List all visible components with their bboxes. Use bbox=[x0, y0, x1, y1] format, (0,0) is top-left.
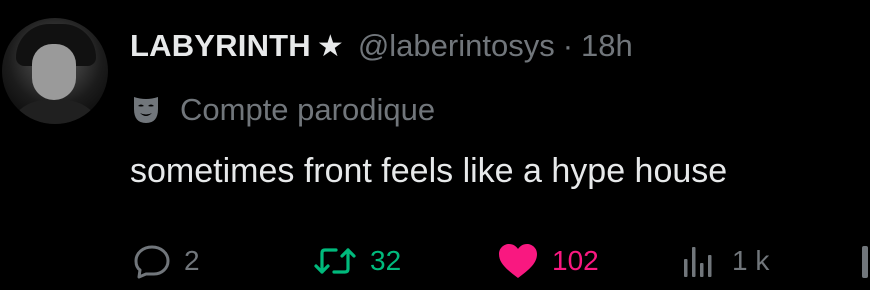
heart-icon bbox=[499, 244, 537, 278]
retweet-count: 32 bbox=[370, 245, 402, 276]
reply-button[interactable]: 2 bbox=[132, 236, 200, 286]
author-handle[interactable]: @laberintosys bbox=[358, 28, 555, 64]
tweet-header: LABYRINTH ★ @laberintosys · 18h bbox=[130, 24, 633, 68]
tweet-text: sometimes front feels like a hype house bbox=[130, 152, 728, 190]
author-name[interactable]: LABYRINTH bbox=[130, 28, 311, 64]
views-count: 1 k bbox=[732, 245, 770, 276]
mask-icon bbox=[134, 97, 158, 123]
avatar[interactable] bbox=[2, 18, 108, 124]
share-button-edge[interactable] bbox=[862, 246, 868, 278]
avatar-face bbox=[32, 44, 76, 100]
like-button[interactable]: 102 bbox=[496, 236, 599, 286]
parody-label: Compte parodique bbox=[132, 88, 435, 132]
retweet-icon bbox=[314, 248, 356, 274]
avatar-shoulder bbox=[6, 100, 104, 124]
retweet-button[interactable]: 32 bbox=[312, 236, 401, 286]
separator-dot: · bbox=[562, 28, 574, 63]
action-bar: 2 32 102 1 k bbox=[0, 236, 870, 286]
tweet-time[interactable]: 18h bbox=[581, 28, 633, 64]
parody-text: Compte parodique bbox=[180, 92, 436, 127]
like-count: 102 bbox=[552, 245, 599, 276]
views-button[interactable]: 1 k bbox=[680, 236, 769, 286]
reply-icon bbox=[134, 245, 170, 279]
reply-count: 2 bbox=[184, 245, 200, 276]
views-icon bbox=[684, 247, 712, 277]
star-icon: ★ bbox=[316, 29, 344, 63]
